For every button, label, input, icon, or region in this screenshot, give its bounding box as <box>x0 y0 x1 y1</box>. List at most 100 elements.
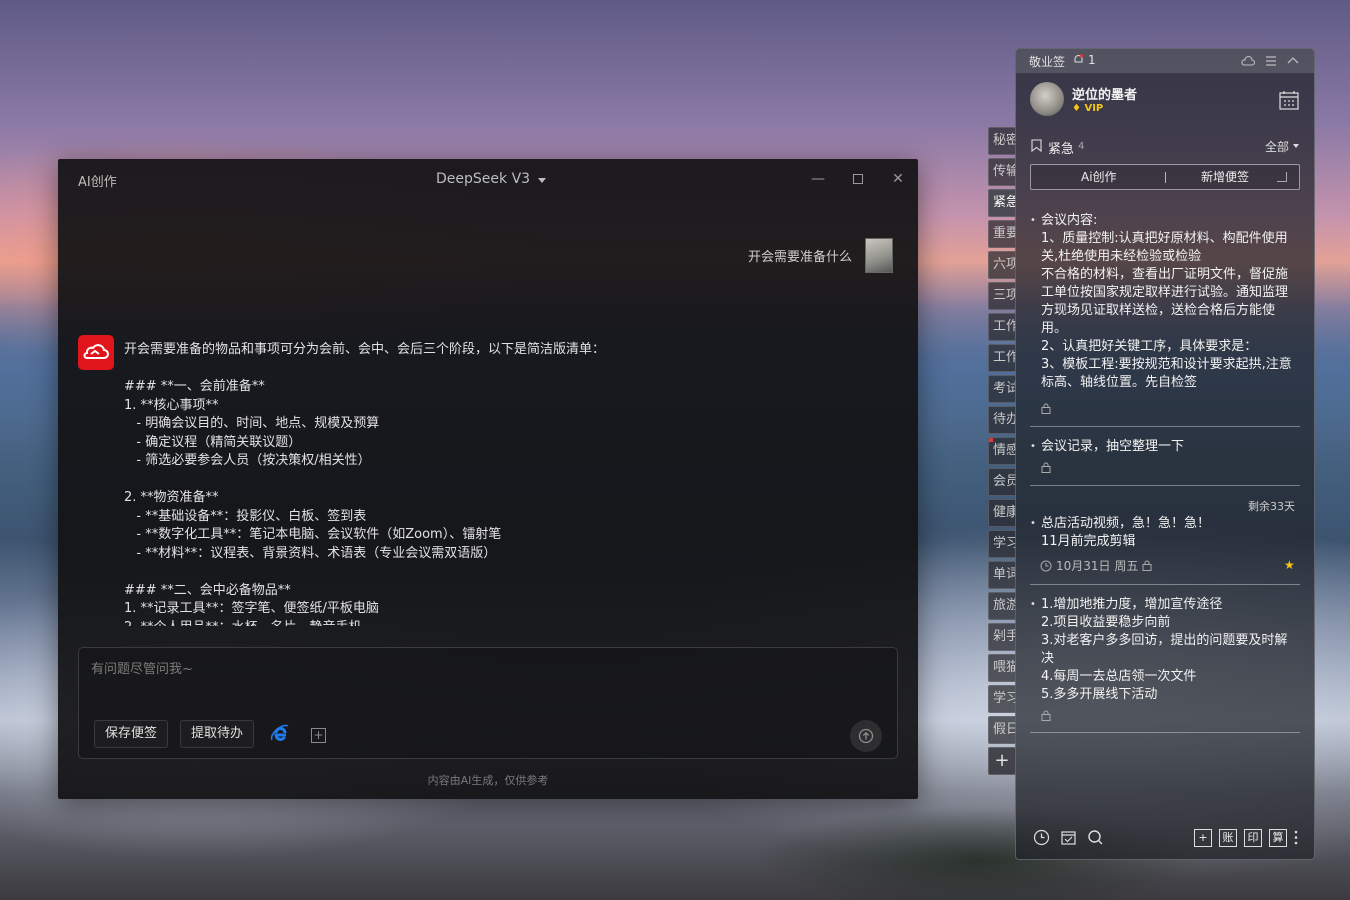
send-button[interactable] <box>850 720 882 752</box>
notification-count: 1 <box>1088 53 1096 67</box>
bell-icon[interactable] <box>1073 54 1084 65</box>
category-tab-label: 传输 <box>993 164 1016 179</box>
note-line: 会议内容: <box>1041 213 1098 228</box>
resize-handle-icon[interactable] <box>1277 172 1287 182</box>
chevron-down-icon <box>1293 144 1299 148</box>
note-line: 2、认真把好关键工序，具体要求是： <box>1041 339 1258 354</box>
note-line: 4.每周一去总店领一次文件 <box>1041 669 1197 684</box>
chevron-up-icon[interactable] <box>1286 54 1300 68</box>
bot-avatar <box>78 335 114 370</box>
category-tab[interactable]: 秘密 <box>988 127 1016 155</box>
bullet-icon: • <box>1030 599 1036 610</box>
category-tab-label: 紧急 <box>993 195 1016 210</box>
category-tab-label: 待办 <box>993 412 1016 427</box>
vip-badge: ♦ VIP <box>1072 103 1104 114</box>
note-body: 1.增加地推力度，增加宣传途径 2.项目收益要稳步向前 3.对老客户多多回访，提出的… <box>1041 596 1300 704</box>
category-tab[interactable]: 工作 <box>988 344 1016 372</box>
print-button[interactable]: 印 <box>1244 829 1262 847</box>
category-tab[interactable]: 情感 <box>988 437 1016 465</box>
add-icon[interactable]: + <box>311 728 326 743</box>
minimize-button[interactable]: — <box>808 169 828 189</box>
cloud-sync-icon[interactable] <box>1241 54 1255 68</box>
note-divider <box>1030 584 1300 585</box>
menu-icon[interactable] <box>1264 54 1278 68</box>
category-tab[interactable]: 单词 <box>988 561 1016 589</box>
category-tab[interactable]: 健康 <box>988 499 1016 527</box>
note-line: 3.对老客户多多回访，提出的问题要及时解 <box>1041 633 1288 648</box>
category-tab[interactable]: 喂猫 <box>988 654 1016 682</box>
close-button[interactable]: ✕ <box>888 169 908 189</box>
category-tab-label: 喂猫 <box>993 660 1016 675</box>
search-icon[interactable] <box>1087 829 1104 846</box>
browser-icon[interactable] <box>270 724 290 744</box>
category-tab-label: 秘密 <box>993 133 1016 148</box>
note-divider <box>1030 732 1300 733</box>
response-line: ### **二、会中必备物品** <box>124 582 291 598</box>
ledger-button[interactable]: 账 <box>1219 829 1237 847</box>
response-line: - 筛选必要参会人员（按决策权/相关性） <box>124 453 371 468</box>
checklist-icon[interactable] <box>1060 829 1077 846</box>
model-selector[interactable]: DeepSeek V3 <box>436 171 547 187</box>
note-line: 方现场见证取样送检，送检合格后方能使 <box>1041 303 1276 318</box>
extract-todo-button[interactable]: 提取待办 <box>180 720 255 748</box>
note-item[interactable]: • 会议记录，抽空整理一下 <box>1030 438 1300 456</box>
calculator-button[interactable]: 算 <box>1269 829 1287 847</box>
note-item[interactable]: • 会议内容: 1、质量控制:认真把好原材料、构配件使用 关,杜绝使用未经检验或检验… <box>1030 212 1300 390</box>
category-tab[interactable]: 假日 <box>988 716 1016 744</box>
new-note-button[interactable]: 新增便签 <box>1201 165 1249 189</box>
category-tab[interactable]: 三项 <box>988 282 1016 310</box>
ai-create-button[interactable]: Ai创作 <box>1081 165 1117 189</box>
category-tab[interactable]: 旅游 <box>988 592 1016 620</box>
more-options-icon[interactable] <box>1292 829 1300 846</box>
note-item[interactable]: • 总店活动视频，急！急！急！ 11月前完成剪辑 <box>1030 515 1300 551</box>
category-tab-label: 工作 <box>993 350 1016 365</box>
save-note-button[interactable]: 保存便签 <box>94 720 169 748</box>
add-note-icon[interactable]: + <box>1194 829 1212 847</box>
response-line <box>124 360 884 379</box>
category-tab[interactable]: 传输 <box>988 158 1016 186</box>
note-line: 5.多多开展线下活动 <box>1041 687 1158 702</box>
deadline-label: 剩余33天 <box>1248 500 1295 513</box>
note-line: 关,杜绝使用未经检验或检验 <box>1041 249 1202 264</box>
category-tab[interactable]: 学习 <box>988 530 1016 558</box>
maximize-button[interactable] <box>848 169 868 189</box>
category-tab[interactable]: 会员 <box>988 468 1016 496</box>
note-line: 3、模板工程:要按规范和设计要求起拱,注意 <box>1041 357 1292 372</box>
bullet-icon: • <box>1030 518 1036 529</box>
calendar-icon[interactable] <box>1278 89 1300 111</box>
category-tab[interactable]: 剁手 <box>988 623 1016 651</box>
add-category-button[interactable]: + <box>988 747 1016 775</box>
response-line: 开会需要准备的物品和事项可分为会前、会中、会后三个阶段，以下是简洁版清单： <box>124 342 606 357</box>
vip-label: VIP <box>1084 103 1104 114</box>
user-message: 开会需要准备什么 <box>747 250 852 265</box>
star-icon[interactable]: ★ <box>1284 558 1295 572</box>
category-tab[interactable]: 紧急 <box>988 189 1016 217</box>
note-line: 决 <box>1041 651 1055 666</box>
lock-icon <box>1041 710 1051 721</box>
category-tab-label: 考试 <box>993 381 1016 396</box>
category-tab[interactable]: 学习 <box>988 685 1016 713</box>
clock-icon <box>1040 560 1052 571</box>
note-line: 会议记录，抽空整理一下 <box>1041 439 1185 454</box>
category-tab[interactable]: 考试 <box>988 375 1016 403</box>
note-item[interactable]: • 1.增加地推力度，增加宣传途径 2.项目收益要稳步向前 3.对老客户多多回访，提… <box>1030 596 1300 704</box>
toolbar-divider <box>1165 172 1166 183</box>
category-tab[interactable]: 待办 <box>988 406 1016 434</box>
profile-avatar[interactable] <box>1030 82 1064 116</box>
filter-dropdown[interactable]: 全部 <box>1265 138 1289 155</box>
panel-bottom-bar: + 账 印 算 <box>1016 821 1314 857</box>
note-line: 工单位按国家规定取样进行试验。通知监理 <box>1041 285 1289 300</box>
history-icon[interactable] <box>1033 829 1050 846</box>
note-line: 1、质量控制:认真把好原材料、构配件使用 <box>1041 231 1288 246</box>
category-tab[interactable]: 六项 <box>988 251 1016 279</box>
model-name: DeepSeek V3 <box>436 171 531 187</box>
category-tab-label: 情感 <box>993 443 1016 458</box>
category-tab[interactable]: 重要 <box>988 220 1016 248</box>
lock-icon <box>1041 462 1051 473</box>
chat-input-area: 保存便签 提取待办 + <box>78 647 898 759</box>
category-tab[interactable]: 工作 <box>988 313 1016 341</box>
chevron-down-icon <box>538 177 547 183</box>
window-title: AI创作 <box>78 175 117 190</box>
question-input[interactable] <box>91 662 791 677</box>
category-tab-label: 会员 <box>993 474 1016 489</box>
